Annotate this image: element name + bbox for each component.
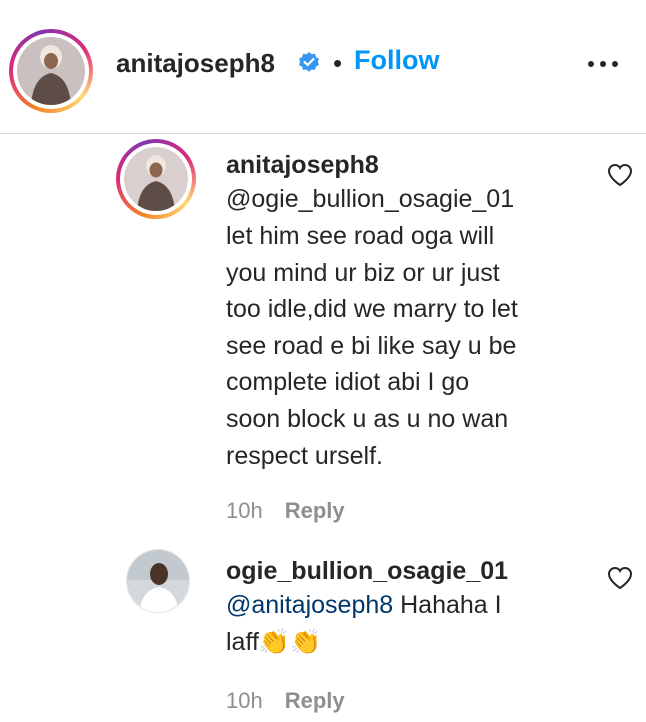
post-header: anitajoseph8 • Follow: [0, 0, 646, 134]
header-username[interactable]: anitajoseph8: [116, 48, 275, 79]
comment-mention[interactable]: @anitajoseph8: [226, 591, 393, 619]
separator-dot: •: [333, 48, 343, 78]
comment-text-line2: laff👏👏: [226, 627, 322, 656]
comment-username[interactable]: ogie_bullion_osagie_01: [226, 557, 508, 586]
story-ring[interactable]: [9, 29, 93, 113]
comment-avatar-ring[interactable]: [116, 139, 196, 219]
avatar: [17, 37, 85, 105]
comment-username[interactable]: anitajoseph8: [226, 151, 379, 180]
avatar[interactable]: [126, 549, 190, 613]
comment-text: @anitajoseph8 Hahaha I laff👏👏: [226, 587, 596, 660]
avatar: [124, 147, 188, 211]
comment-time: 10h: [226, 688, 263, 713]
reply-button[interactable]: Reply: [285, 498, 345, 523]
heart-icon[interactable]: [607, 163, 633, 187]
comment-text: let him see road oga will you mind ur bi…: [226, 222, 518, 470]
comment-text-line1: Hahaha I: [393, 591, 502, 619]
comment-mention[interactable]: @ogie_bullion_osagie_01: [226, 181, 514, 218]
reply-button[interactable]: Reply: [285, 688, 345, 713]
verified-badge-icon: [299, 52, 319, 72]
more-options-icon[interactable]: [586, 55, 620, 71]
heart-icon[interactable]: [607, 566, 633, 590]
comment-time: 10h: [226, 498, 263, 523]
comment-meta: 10h Reply: [226, 688, 345, 714]
follow-button[interactable]: Follow: [354, 45, 439, 76]
comment-meta: 10h Reply: [226, 498, 345, 524]
